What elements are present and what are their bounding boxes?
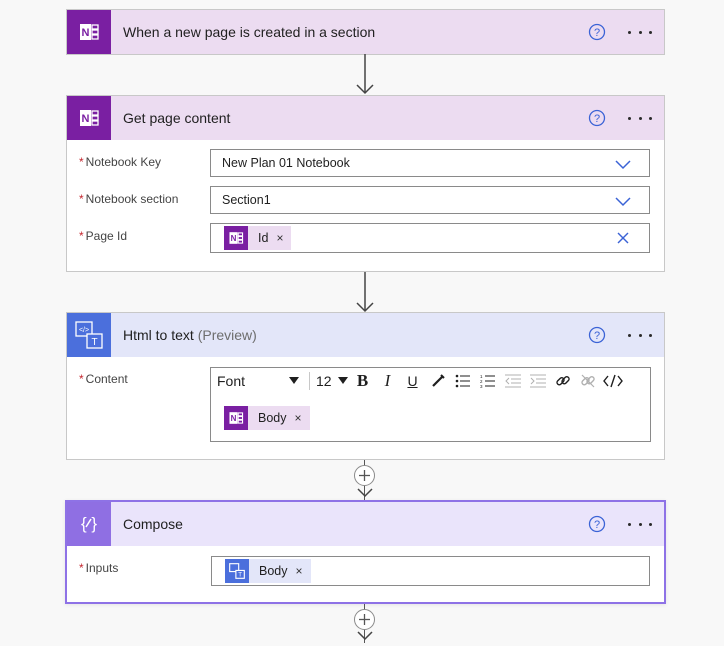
help-icon[interactable]: ?: [588, 109, 606, 127]
notebook-key-label: * Notebook Key: [79, 155, 162, 169]
trigger-title: When a new page is created in a section: [123, 24, 376, 40]
html-to-text-icon: T: [225, 559, 249, 583]
more-options-icon[interactable]: [628, 23, 652, 41]
onenote-icon: N: [224, 406, 248, 430]
svg-text:{ }: { }: [81, 514, 97, 533]
add-step-button[interactable]: [354, 609, 375, 630]
compose-title: Compose: [123, 516, 183, 532]
svg-text:?: ?: [594, 27, 600, 39]
html-to-text-icon: </> T: [67, 313, 111, 357]
svg-text:T: T: [238, 572, 242, 579]
connector-arrow: [356, 54, 374, 96]
trigger-card-header[interactable]: N When a new page is created in a sectio…: [67, 10, 664, 54]
connector-arrow: [356, 272, 374, 314]
trigger-card[interactable]: N When a new page is created in a sectio…: [66, 9, 665, 55]
svg-text:T: T: [91, 337, 97, 348]
token-label: Body: [259, 564, 288, 578]
highlight-icon[interactable]: [425, 371, 450, 391]
svg-text:3: 3: [480, 384, 483, 388]
italic-icon[interactable]: I: [375, 371, 400, 391]
content-rich-text-editor[interactable]: Font 12 B I U 123 N Body ×: [210, 367, 651, 442]
html-to-text-header[interactable]: </> T Html to text (Preview) ?: [67, 313, 664, 357]
more-options-icon[interactable]: [628, 326, 652, 344]
bold-icon[interactable]: B: [350, 371, 375, 391]
token-remove-icon[interactable]: ×: [276, 231, 283, 245]
notebook-section-value: Section1: [222, 193, 271, 207]
content-label: * Content: [79, 372, 128, 386]
svg-text:?: ?: [594, 330, 600, 342]
notebook-key-dropdown[interactable]: New Plan 01 Notebook: [210, 149, 650, 177]
dynamic-content-token[interactable]: T Body ×: [225, 559, 311, 583]
unlink-icon[interactable]: [575, 371, 600, 391]
notebook-key-value: New Plan 01 Notebook: [222, 156, 350, 170]
connector-arrow-head: [356, 486, 374, 500]
bulleted-list-icon[interactable]: [450, 371, 475, 391]
svg-text:N: N: [82, 113, 90, 125]
connector-arrow-head: [356, 630, 374, 643]
help-icon[interactable]: ?: [588, 23, 606, 41]
svg-text:N: N: [82, 27, 90, 39]
page-id-label: * Page Id: [79, 229, 128, 243]
link-icon[interactable]: [550, 371, 575, 391]
editor-toolbar: Font 12 B I U 123: [211, 368, 650, 394]
get-page-content-card[interactable]: N Get page content ? * Notebook Key New P…: [66, 95, 665, 272]
onenote-icon: N: [67, 10, 111, 54]
add-step-button[interactable]: [354, 465, 375, 486]
decrease-indent-icon[interactable]: [500, 371, 525, 391]
token-label: Id: [258, 231, 269, 245]
token-remove-icon[interactable]: ×: [295, 411, 302, 425]
svg-text:N: N: [231, 234, 237, 243]
inputs-label: * Inputs: [79, 561, 119, 575]
code-view-icon[interactable]: [600, 371, 625, 391]
compose-card[interactable]: { } Compose ? * Inputs T Body ×: [65, 500, 666, 604]
svg-text:?: ?: [594, 113, 600, 125]
inputs-field[interactable]: T Body ×: [211, 556, 650, 586]
get-page-content-title: Get page content: [123, 110, 231, 126]
get-page-content-header[interactable]: N Get page content ?: [67, 96, 664, 140]
html-to-text-title: Html to text (Preview): [123, 327, 257, 343]
more-options-icon[interactable]: [628, 515, 652, 533]
clear-icon[interactable]: [617, 232, 629, 244]
chevron-down-icon[interactable]: [615, 195, 631, 207]
help-icon[interactable]: ?: [588, 515, 606, 533]
chevron-down-icon[interactable]: [615, 158, 631, 170]
svg-text:N: N: [231, 414, 237, 423]
svg-text:</>: </>: [79, 327, 89, 334]
html-to-text-card[interactable]: </> T Html to text (Preview) ? * Content F…: [66, 312, 665, 460]
compose-header[interactable]: { } Compose ?: [67, 502, 664, 546]
compose-icon: { }: [67, 502, 111, 546]
onenote-icon: N: [67, 96, 111, 140]
token-label: Body: [258, 411, 287, 425]
font-dropdown[interactable]: Font: [217, 373, 309, 389]
notebook-section-label: * Notebook section: [79, 192, 179, 206]
onenote-icon: N: [224, 226, 248, 250]
token-remove-icon[interactable]: ×: [296, 564, 303, 578]
underline-icon[interactable]: U: [400, 371, 425, 391]
page-id-input[interactable]: N Id ×: [210, 223, 650, 253]
svg-text:?: ?: [594, 519, 600, 531]
dynamic-content-token[interactable]: N Id ×: [224, 226, 292, 250]
font-size-dropdown[interactable]: 12: [310, 373, 350, 389]
increase-indent-icon[interactable]: [525, 371, 550, 391]
notebook-section-dropdown[interactable]: Section1: [210, 186, 650, 214]
dynamic-content-token[interactable]: N Body ×: [224, 406, 310, 430]
help-icon[interactable]: ?: [588, 326, 606, 344]
numbered-list-icon[interactable]: 123: [475, 371, 500, 391]
preview-tag: (Preview): [197, 327, 257, 343]
more-options-icon[interactable]: [628, 109, 652, 127]
